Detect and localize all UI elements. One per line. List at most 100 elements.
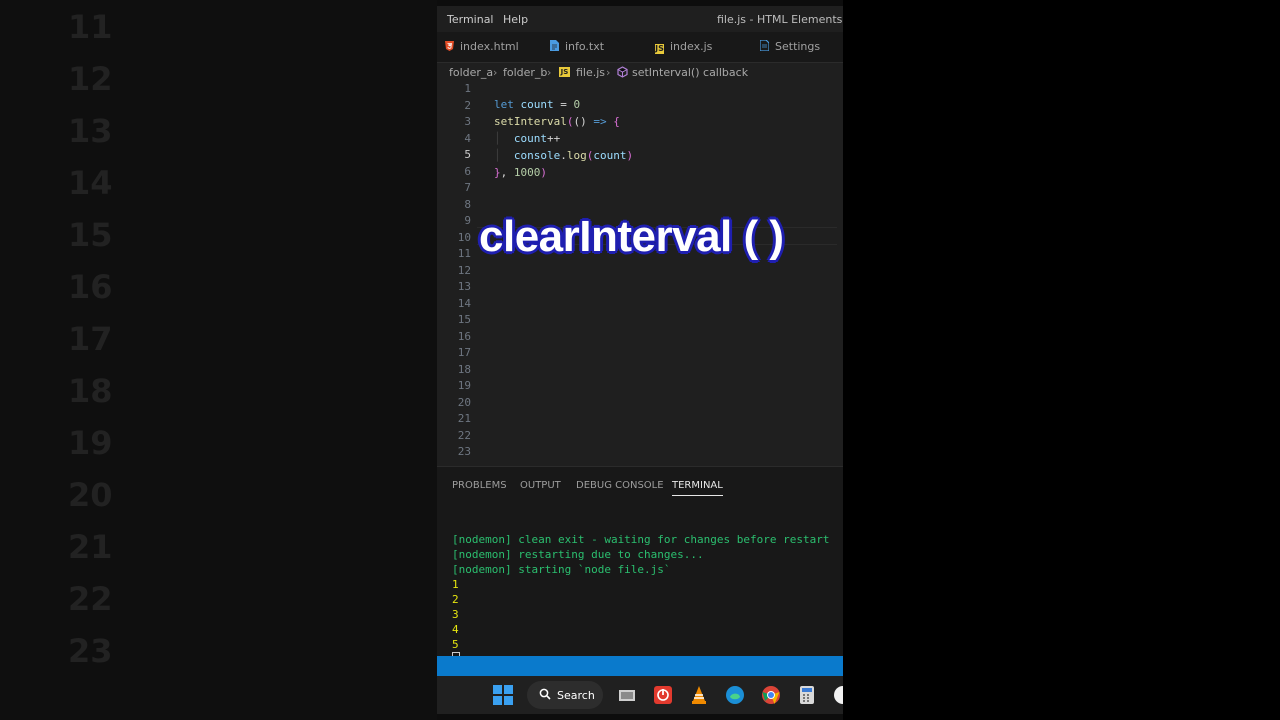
- terminal-output[interactable]: [nodemon] clean exit - waiting for chang…: [452, 517, 830, 668]
- line-number: 20: [457, 395, 471, 409]
- task-view-icon[interactable]: [617, 685, 637, 705]
- line-number: 6: [464, 164, 471, 178]
- editor-tabs: index.html info.txt JS index.js Settings: [437, 32, 843, 63]
- terminal-line: 4: [452, 623, 459, 636]
- terminal-line: 2: [452, 593, 459, 606]
- terminal-line: [nodemon] starting `node file.js`: [452, 563, 671, 576]
- search-label: Search: [557, 689, 595, 702]
- edge-icon[interactable]: [725, 685, 745, 705]
- breadcrumb-folder-b[interactable]: folder_b: [503, 66, 547, 79]
- tab-problems[interactable]: PROBLEMS: [452, 480, 507, 491]
- line-number: 13: [457, 280, 471, 293]
- taskbar-search-button[interactable]: Search: [527, 681, 603, 709]
- line-number: 1: [464, 82, 471, 95]
- chevron-right-icon: ›: [493, 66, 498, 79]
- code-line: │ console.log(count): [494, 149, 634, 162]
- line-number: 23: [457, 445, 471, 458]
- tab-label: index.html: [460, 40, 519, 53]
- tab-debug-console[interactable]: DEBUG CONSOLE: [576, 480, 664, 491]
- background-right: [843, 0, 1280, 720]
- line-number: 2: [464, 98, 471, 112]
- windows-taskbar: Search: [437, 676, 843, 714]
- tab-settings[interactable]: Settings: [759, 39, 821, 53]
- panel-tabs: PROBLEMS OUTPUT DEBUG CONSOLE TERMINAL: [437, 475, 843, 496]
- line-number: 12: [457, 263, 471, 277]
- line-number: 3: [464, 115, 471, 128]
- line-number: 8: [464, 197, 471, 211]
- tab-index-js[interactable]: JS index.js: [655, 40, 712, 54]
- tab-label: index.js: [670, 40, 713, 53]
- breadcrumb-file[interactable]: file.js: [576, 66, 605, 79]
- windows-start-icon[interactable]: [493, 685, 513, 705]
- tab-index-html[interactable]: index.html: [445, 40, 519, 53]
- html-file-icon: [445, 41, 454, 51]
- menu-help[interactable]: Help: [503, 13, 528, 26]
- line-number: 11: [457, 247, 471, 260]
- terminal-line: [nodemon] clean exit - waiting for chang…: [452, 533, 830, 546]
- background-line-number: 16: [68, 268, 113, 306]
- line-number: 4: [464, 131, 471, 145]
- background-line-number: 11: [68, 8, 113, 46]
- js-file-icon: JS: [559, 67, 570, 77]
- menu-bar: Terminal Help file.js - HTML Elements - …: [437, 6, 843, 32]
- chevron-right-icon: ›: [547, 66, 552, 79]
- text-file-icon: [550, 40, 559, 51]
- breadcrumb-folder-a[interactable]: folder_a: [449, 66, 493, 79]
- line-number: 15: [457, 313, 471, 326]
- terminal-line: 5: [452, 638, 459, 651]
- code-editor[interactable]: 1 2 3 4 5 6 7 8 9 10 11 12 13 14 15 16 17 18 19 20 21 22 23 le…: [437, 82, 843, 466]
- line-number: 14: [457, 296, 471, 310]
- background-line-number: 23: [68, 632, 113, 670]
- breadcrumb-symbol[interactable]: setInterval() callback: [632, 66, 748, 79]
- bottom-panel: PROBLEMS OUTPUT DEBUG CONSOLE TERMINAL […: [437, 466, 843, 666]
- line-number: 16: [457, 329, 471, 343]
- terminal-line: [nodemon] restarting due to changes...: [452, 548, 704, 561]
- tab-info-txt[interactable]: info.txt: [550, 40, 604, 53]
- background-line-number: 15: [68, 216, 113, 254]
- background-line-number: 18: [68, 372, 113, 410]
- background-line-number: 19: [68, 424, 113, 462]
- status-bar: [437, 656, 843, 676]
- chevron-right-icon: ›: [606, 66, 611, 79]
- code-line: }, 1000): [494, 166, 547, 179]
- vscode-window: Terminal Help file.js - HTML Elements - …: [437, 6, 843, 714]
- code-line: let count = 0: [494, 98, 581, 111]
- background-line-number: 14: [68, 164, 113, 202]
- line-number: 19: [457, 379, 471, 392]
- vlc-icon[interactable]: [689, 685, 709, 705]
- menu-terminal[interactable]: Terminal: [447, 13, 494, 26]
- search-icon: [539, 688, 551, 703]
- breadcrumb: folder_a › folder_b › JS file.js › setIn…: [437, 64, 843, 82]
- function-symbol-icon: [617, 66, 628, 81]
- tab-label: info.txt: [565, 40, 605, 53]
- terminal-line: 1: [452, 578, 459, 591]
- code-line: setInterval(() => {: [494, 115, 620, 128]
- terminal-line: 3: [452, 608, 459, 621]
- settings-file-icon: [759, 39, 770, 52]
- line-number: 18: [457, 362, 471, 376]
- video-caption-overlay: clearInterval ( ): [479, 212, 784, 261]
- tab-label: Settings: [775, 40, 821, 53]
- background-line-number: 21: [68, 528, 113, 566]
- background-gutter: 11 12 13 14 15 16 17 18 19 20 21 22 23: [0, 0, 437, 720]
- line-number: 7: [464, 181, 471, 194]
- background-line-number: 22: [68, 580, 113, 618]
- chrome-icon[interactable]: [761, 685, 781, 705]
- tab-output[interactable]: OUTPUT: [520, 480, 561, 491]
- code-line: │ count++: [494, 132, 561, 145]
- line-number: 10: [457, 230, 471, 244]
- background-line-number: 17: [68, 320, 113, 358]
- tab-terminal[interactable]: TERMINAL: [672, 480, 723, 496]
- background-line-number: 13: [68, 112, 113, 150]
- background-line-number: 20: [68, 476, 113, 514]
- calculator-icon[interactable]: [797, 685, 817, 705]
- app-partial-icon[interactable]: [833, 685, 843, 705]
- line-number: 5: [464, 148, 471, 161]
- line-number: 9: [464, 214, 471, 227]
- background-line-number: 12: [68, 60, 113, 98]
- line-number: 21: [457, 412, 471, 425]
- app-power-icon[interactable]: [653, 685, 673, 705]
- line-number: 17: [457, 346, 471, 359]
- line-number: 22: [457, 428, 471, 442]
- js-file-icon: JS: [655, 44, 664, 54]
